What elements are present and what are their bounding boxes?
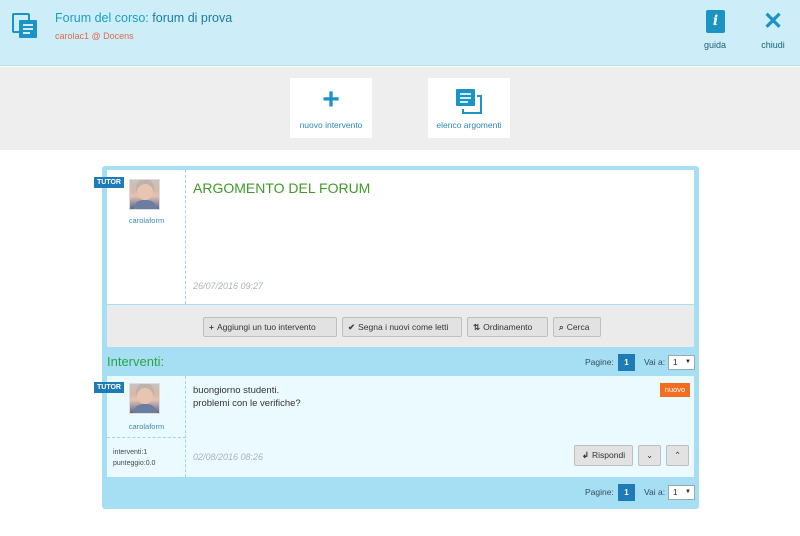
author-name[interactable]: carolaform [107,422,186,431]
sort-label: Ordinamento [483,322,533,332]
elenco-argomenti-button[interactable]: elenco argomenti [428,78,510,138]
pagination-top: Pagine: 1 Vai a: 1 ▼ [585,354,695,371]
tutor-badge: TUTOR [94,382,124,393]
topic-date: 26/07/2016 09:27 [193,281,264,291]
goto-label: Vai a: [644,487,666,497]
goto-page-value: 1 [673,488,678,497]
pages-label: Pagine: [585,357,614,367]
guida-button[interactable]: i guida [692,10,738,54]
check-icon: ✔ [348,322,356,332]
user-label: carolac1 @ Docens [55,31,134,41]
interventi-count: interventi:1 [113,449,148,456]
avatar [129,383,160,414]
move-down-button[interactable]: ⌄ [638,445,661,466]
sort-icon: ⇅ [473,322,481,332]
pagination-bottom: Pagine: 1 Vai a: 1 ▼ [585,484,695,501]
page-1-button[interactable]: 1 [618,354,635,371]
forum-panel: TUTOR carolaform ARGOMENTO DEL FORUM 26/… [94,166,699,509]
chiudi-button[interactable]: ✕ chiudi [750,10,796,54]
dropdown-arrow-icon: ▼ [685,359,691,365]
nuovo-intervento-label: nuovo intervento [299,120,363,130]
dropdown-arrow-icon: ▼ [685,489,691,495]
tool-band: + nuovo intervento elenco argomenti [0,67,800,150]
elenco-argomenti-label: elenco argomenti [436,120,502,130]
interventi-title: Interventi: [107,354,165,369]
author-name[interactable]: carolaform [107,216,186,225]
topic-actions-bar: + Aggiungi un tuo intervento ✔ Segna i nuo… [107,304,694,347]
plus-icon: + [209,322,214,332]
forum-logo-icon [11,12,43,42]
guida-label: guida [703,40,727,50]
tutor-badge: TUTOR [94,177,124,188]
topic-card: TUTOR carolaform ARGOMENTO DEL FORUM 26/… [94,170,694,304]
page-title: Forum del corso: forum di prova [55,11,232,25]
reply-icon: ↲ [581,450,590,460]
punteggio: punteggio:0.0 [113,460,156,467]
app-header: Forum del corso: forum di prova carolac1… [0,0,800,66]
goto-label: Vai a: [644,357,666,367]
page-1-button[interactable]: 1 [618,484,635,501]
add-intervento-button[interactable]: + Aggiungi un tuo intervento [203,317,337,337]
close-icon: ✕ [762,8,784,35]
goto-page-select[interactable]: 1 ▼ [668,485,695,500]
move-up-button[interactable]: ⌃ [666,445,689,466]
plus-icon: + [322,83,340,116]
divider [107,437,186,438]
search-icon: ⌕ [559,322,564,332]
info-icon: i [706,10,725,33]
post-date: 02/08/2016 08:26 [193,452,264,462]
add-intervento-label: Aggiungi un tuo intervento [216,322,316,332]
chevron-up-icon: ⌃ [673,450,682,460]
post-text-line-1: buongiorno studenti. [193,385,280,396]
chiudi-label: chiudi [761,40,785,50]
post-text-line-2: problemi con le verifiche? [193,398,301,409]
mark-read-label: Segna i nuovi come letti [358,322,449,332]
mark-read-button[interactable]: ✔ Segna i nuovi come letti [342,317,462,337]
avatar [129,179,160,210]
nuovo-intervento-button[interactable]: + nuovo intervento [290,78,372,138]
pages-label: Pagine: [585,487,614,497]
sort-button[interactable]: ⇅ Ordinamento [467,317,548,337]
reply-label: Rispondi [592,450,626,460]
topic-author-column: TUTOR carolaform [94,170,186,304]
new-badge: nuovo [660,383,690,397]
search-button[interactable]: ⌕ Cerca [553,317,601,337]
goto-page-value: 1 [673,358,678,367]
goto-page-select[interactable]: 1 ▼ [668,355,695,370]
interventi-header: Interventi: Pagine: 1 Vai a: 1 ▼ [102,349,699,375]
forum-name: forum di prova [152,11,233,25]
post-author-column: TUTOR carolaform interventi:1 punteggio:… [94,376,186,477]
title-prefix: Forum del corso: [55,11,153,25]
topic-title: ARGOMENTO DEL FORUM [193,180,371,196]
chevron-down-icon: ⌄ [645,450,654,460]
post-card: TUTOR carolaform interventi:1 punteggio:… [94,376,694,477]
topics-list-icon [455,88,483,114]
reply-button[interactable]: ↲ Rispondi [574,445,633,466]
search-label: Cerca [566,322,590,332]
